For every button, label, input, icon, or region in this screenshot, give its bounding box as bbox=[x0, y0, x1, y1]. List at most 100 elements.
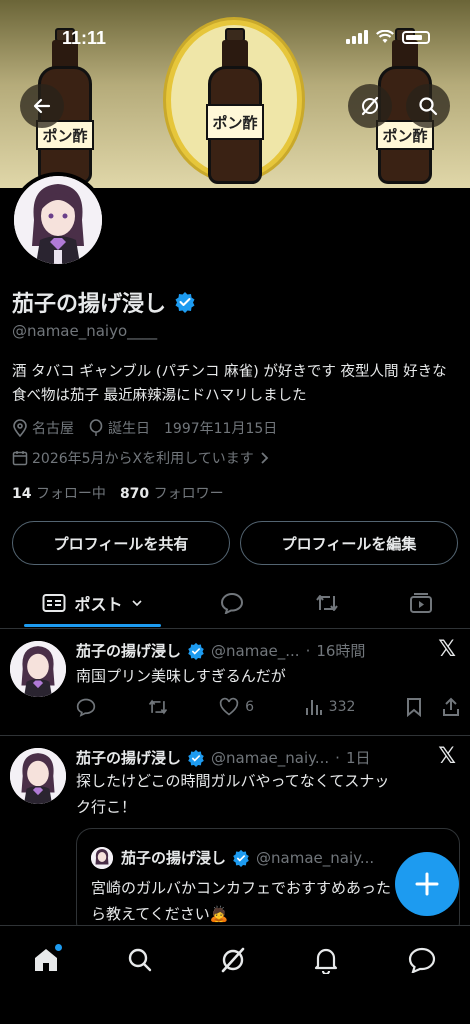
followers-label: フォロワー bbox=[153, 486, 224, 502]
tab-media[interactable] bbox=[396, 578, 446, 628]
grok-button[interactable] bbox=[348, 84, 392, 128]
tweet-avatar[interactable] bbox=[10, 641, 66, 697]
verified-badge-icon bbox=[188, 642, 204, 660]
balloon-icon bbox=[89, 419, 103, 436]
grok-icon bbox=[361, 96, 379, 116]
tweet-text: 南国プリン美味しすぎるんだが bbox=[76, 667, 286, 685]
media-icon bbox=[410, 593, 432, 613]
compose-plus-icon bbox=[415, 872, 439, 896]
profile-tabs: ポスト bbox=[0, 578, 470, 628]
quoted-avatar bbox=[91, 847, 113, 869]
tweet-text-line: ク行こ！ bbox=[76, 798, 137, 816]
profile-avatar[interactable] bbox=[10, 172, 106, 268]
nav-home[interactable] bbox=[26, 940, 66, 980]
share-profile-button[interactable]: プロフィールを共有 bbox=[12, 521, 230, 565]
following-label: フォロー中 bbox=[35, 486, 106, 502]
tweet-avatar[interactable] bbox=[10, 748, 66, 804]
joined-item[interactable]: 2026年5月からXを利用しています bbox=[12, 448, 270, 468]
tab-reposts[interactable] bbox=[302, 578, 352, 628]
followers-link[interactable]: 870 フォロワー bbox=[120, 483, 224, 503]
tweet-header: 茄子の揚げ浸し @namae_... · 16時間 bbox=[76, 640, 365, 661]
views-count: 332 bbox=[328, 699, 356, 715]
avatar-illustration bbox=[10, 641, 66, 697]
x-logo-icon: 𝕏 bbox=[438, 637, 456, 662]
tweet-header: 茄子の揚げ浸し @namae_naiy... · 1日 bbox=[76, 747, 370, 768]
following-count: 14 bbox=[12, 486, 32, 502]
search-icon bbox=[419, 97, 438, 116]
verified-badge-icon[interactable] bbox=[174, 291, 196, 313]
back-arrow-icon bbox=[33, 98, 51, 114]
location-text: 名古屋 bbox=[32, 421, 74, 437]
like-button[interactable]: 6 bbox=[219, 697, 254, 717]
tweet[interactable]: 茄子の揚げ浸し @namae_... · 16時間 𝕏 南国プリン美味しすぎるん… bbox=[0, 629, 470, 735]
nav-grok[interactable] bbox=[213, 940, 253, 980]
followers-count: 870 bbox=[119, 486, 150, 502]
avatar-illustration bbox=[10, 748, 66, 804]
tab-active-indicator bbox=[24, 624, 161, 627]
tweet-author-name[interactable]: 茄子の揚げ浸し bbox=[76, 640, 181, 661]
battery-icon bbox=[402, 30, 430, 44]
compose-button[interactable] bbox=[395, 852, 459, 916]
cellular-signal-icon bbox=[346, 30, 368, 44]
status-icons bbox=[346, 30, 430, 44]
verified-badge-icon bbox=[233, 849, 249, 867]
wifi-icon bbox=[376, 30, 394, 43]
birthday-date: 1997年11月15日 bbox=[164, 421, 278, 437]
tweet-text-line: 探したけどこの時間ガルバやってなくてスナッ bbox=[76, 772, 390, 790]
joined-text: 2026年5月からXを利用しています bbox=[32, 451, 254, 467]
profile-handle: @namae_naiyo____ bbox=[12, 322, 158, 340]
birthday-label: 誕生日 bbox=[108, 421, 150, 437]
repost-icon bbox=[316, 595, 338, 611]
bottom-navigation bbox=[0, 925, 470, 1024]
views-button[interactable]: 332 bbox=[305, 698, 356, 716]
avatar-illustration bbox=[91, 847, 113, 869]
tweet-actions: 6 332 bbox=[76, 697, 460, 717]
birthday-item: 誕生日 1997年11月15日 bbox=[88, 418, 277, 438]
tab-replies[interactable] bbox=[207, 578, 257, 628]
x-logo-icon: 𝕏 bbox=[438, 744, 456, 769]
tab-posts[interactable]: ポスト bbox=[24, 578, 161, 628]
bookmark-icon bbox=[406, 698, 421, 717]
like-count: 6 bbox=[245, 699, 255, 715]
tweet-time[interactable]: 16時間 bbox=[316, 640, 365, 661]
nav-search[interactable] bbox=[120, 940, 160, 980]
search-icon bbox=[128, 948, 152, 972]
follow-stats: 14 フォロー中 870 フォロワー bbox=[12, 483, 224, 503]
notifications-icon bbox=[314, 948, 338, 974]
chevron-right-icon bbox=[261, 452, 268, 464]
avatar-illustration bbox=[14, 176, 102, 264]
back-button[interactable] bbox=[20, 84, 64, 128]
views-icon bbox=[305, 700, 322, 715]
posts-tab-icon bbox=[42, 594, 66, 612]
tweet-time[interactable]: 1日 bbox=[346, 747, 371, 768]
nav-notifications[interactable] bbox=[306, 940, 346, 980]
quoted-text-line: 宮崎のガルバかコンカフェでおすすめあった bbox=[91, 879, 392, 897]
calendar-icon bbox=[12, 451, 28, 466]
messages-icon bbox=[408, 947, 436, 973]
display-name: 茄子の揚げ浸し bbox=[12, 292, 167, 317]
status-time: 11:11 bbox=[62, 28, 107, 48]
quoted-author-name: 茄子の揚げ浸し bbox=[121, 849, 227, 867]
grok-icon bbox=[221, 947, 245, 973]
reply-button[interactable] bbox=[76, 697, 96, 717]
following-link[interactable]: 14 フォロー中 bbox=[12, 483, 106, 503]
tweet-author-name[interactable]: 茄子の揚げ浸し bbox=[76, 747, 181, 768]
tweet-author-handle: @namae_naiy... bbox=[211, 748, 330, 767]
location-item: 名古屋 bbox=[12, 418, 74, 438]
reply-icon bbox=[220, 592, 244, 614]
repost-button[interactable] bbox=[147, 697, 169, 717]
quoted-author-handle: @namae_naiy... bbox=[256, 848, 375, 867]
like-icon bbox=[219, 697, 239, 716]
tab-posts-label: ポスト bbox=[74, 595, 123, 614]
nav-messages[interactable] bbox=[402, 940, 442, 980]
tweet-text: 探したけどこの時間ガルバやってなくてスナッ ク行こ！ bbox=[76, 768, 456, 820]
repost-icon bbox=[148, 699, 167, 715]
tweet-dot: · bbox=[335, 748, 340, 767]
quoted-text-line: ら教えてください🙇 bbox=[91, 905, 229, 923]
share-icon[interactable] bbox=[442, 697, 460, 717]
bookmark-button[interactable] bbox=[406, 697, 460, 717]
location-icon bbox=[13, 419, 27, 437]
quoted-text: 宮崎のガルバかコンカフェでおすすめあった ら教えてください🙇 bbox=[91, 875, 431, 927]
search-button[interactable] bbox=[406, 84, 450, 128]
edit-profile-button[interactable]: プロフィールを編集 bbox=[240, 521, 458, 565]
